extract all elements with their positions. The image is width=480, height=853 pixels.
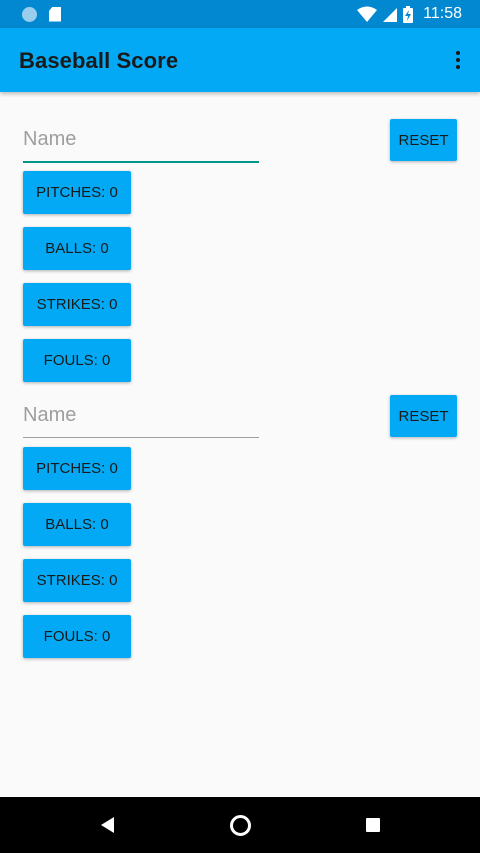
- sd-card-icon: [49, 6, 61, 22]
- player2-strikes-button[interactable]: STRIKES: 0: [23, 559, 131, 602]
- status-system-icons: 11:58: [357, 4, 462, 24]
- player2-fouls-button[interactable]: FOULS: 0: [23, 615, 131, 658]
- player1-strikes-button[interactable]: STRIKES: 0: [23, 283, 131, 326]
- player2-balls-button[interactable]: BALLS: 0: [23, 503, 131, 546]
- recents-icon[interactable]: [359, 811, 387, 839]
- player2-name-field[interactable]: [23, 397, 259, 438]
- status-bar: 11:58: [0, 0, 480, 28]
- app-title: Baseball Score: [19, 48, 179, 73]
- player2-reset-button[interactable]: RESET: [390, 395, 457, 437]
- player2-pitches-button[interactable]: PITCHES: 0: [23, 447, 131, 490]
- status-time: 11:58: [423, 5, 462, 22]
- player1-balls-button[interactable]: BALLS: 0: [23, 227, 131, 270]
- back-icon[interactable]: [93, 811, 121, 839]
- circle-icon: [22, 6, 37, 22]
- overflow-menu-icon[interactable]: [450, 46, 466, 74]
- battery-charging-icon: [403, 5, 414, 23]
- player1-pitches-button[interactable]: PITCHES: 0: [23, 171, 131, 214]
- navigation-bar: [0, 797, 480, 853]
- home-icon[interactable]: [226, 811, 254, 839]
- player1-name-field[interactable]: [23, 121, 259, 163]
- status-notifications: [22, 6, 61, 22]
- app-bar: Baseball Score: [0, 28, 480, 92]
- signal-icon: [383, 6, 398, 22]
- player1-reset-button[interactable]: RESET: [390, 119, 457, 161]
- player1-fouls-button[interactable]: FOULS: 0: [23, 339, 131, 382]
- wifi-icon: [357, 6, 378, 22]
